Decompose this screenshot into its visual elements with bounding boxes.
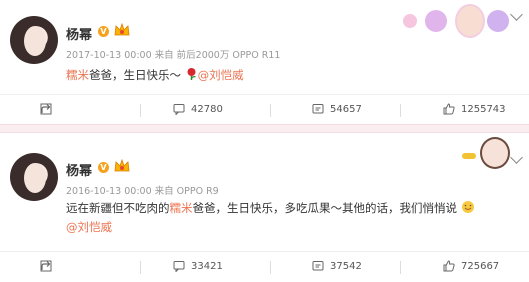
divider <box>400 261 401 274</box>
divider <box>270 261 271 274</box>
mention-link[interactable]: @刘恺威 <box>66 220 112 234</box>
weibo-post-1: 杨幂 V 2017-10-13 00:00 来自 前后2000万 OPPO R1… <box>0 0 529 124</box>
post-separator <box>0 124 529 133</box>
user-name[interactable]: 杨幂 <box>66 24 92 43</box>
repost-icon <box>312 261 324 271</box>
repost-count: 54657 <box>330 103 362 115</box>
comment-icon <box>173 104 185 115</box>
rose-icon <box>187 68 196 80</box>
comment-button[interactable]: 42780 <box>173 103 223 115</box>
verified-icon: V <box>98 162 109 173</box>
topic-highlight[interactable]: 糯米 <box>170 201 193 215</box>
share-button[interactable] <box>40 260 58 272</box>
post-meta: 2017-10-13 00:00 来自 前后2000万 OPPO R11 <box>66 50 281 61</box>
share-icon <box>40 103 52 115</box>
like-count: 1255743 <box>461 103 506 115</box>
header-decoration <box>395 0 529 40</box>
repost-button[interactable]: 37542 <box>312 260 362 272</box>
divider <box>400 104 401 117</box>
divider <box>140 104 141 117</box>
like-button[interactable]: 725667 <box>443 260 499 272</box>
like-count: 725667 <box>461 260 500 272</box>
verified-icon: V <box>98 26 109 37</box>
chevron-down-icon[interactable] <box>510 151 523 164</box>
content-text-pre: 远在新疆但不吃肉的 <box>66 201 170 215</box>
emoji-icon <box>461 201 474 213</box>
repost-button[interactable]: 54657 <box>312 103 362 115</box>
action-bar: 33421 37542 725667 <box>0 251 529 282</box>
crown-icon <box>114 159 130 172</box>
like-button[interactable]: 1255743 <box>443 103 506 115</box>
comment-count: 33421 <box>191 260 223 272</box>
mention-link[interactable]: @刘恺威 <box>198 68 244 82</box>
post-content-line2: @刘恺威 <box>66 218 112 237</box>
avatar[interactable] <box>10 153 58 201</box>
post-content: 远在新疆但不吃肉的糯米爸爸，生日快乐，多吃瓜果～其他的话，我们悄悄说 <box>66 199 475 218</box>
post-content: 糯米爸爸，生日快乐～ @刘恺威 <box>66 66 244 85</box>
repost-count: 37542 <box>330 260 362 272</box>
crown-icon <box>114 23 130 36</box>
action-bar: 42780 54657 1255743 <box>0 94 529 125</box>
user-name[interactable]: 杨幂 <box>66 160 92 179</box>
content-text: 爸爸，生日快乐～ <box>89 68 181 82</box>
divider <box>270 104 271 117</box>
header-decoration <box>462 135 512 169</box>
weibo-post-2: 杨幂 V 2016-10-13 00:00 来自 OPPO R9 远在新疆但不吃… <box>0 133 529 282</box>
like-icon <box>443 103 455 115</box>
like-icon <box>443 260 455 272</box>
comment-button[interactable]: 33421 <box>173 260 223 272</box>
comment-count: 42780 <box>191 103 223 115</box>
avatar[interactable] <box>10 16 58 64</box>
repost-icon <box>312 104 324 114</box>
share-icon <box>40 260 52 272</box>
content-text-post: 爸爸，生日快乐，多吃瓜果～其他的话，我们悄悄说 <box>192 201 458 215</box>
share-button[interactable] <box>40 103 58 115</box>
comment-icon <box>173 261 185 272</box>
divider <box>140 261 141 274</box>
topic-highlight[interactable]: 糯米 <box>66 68 89 82</box>
post-meta: 2016-10-13 00:00 来自 OPPO R9 <box>66 186 219 197</box>
